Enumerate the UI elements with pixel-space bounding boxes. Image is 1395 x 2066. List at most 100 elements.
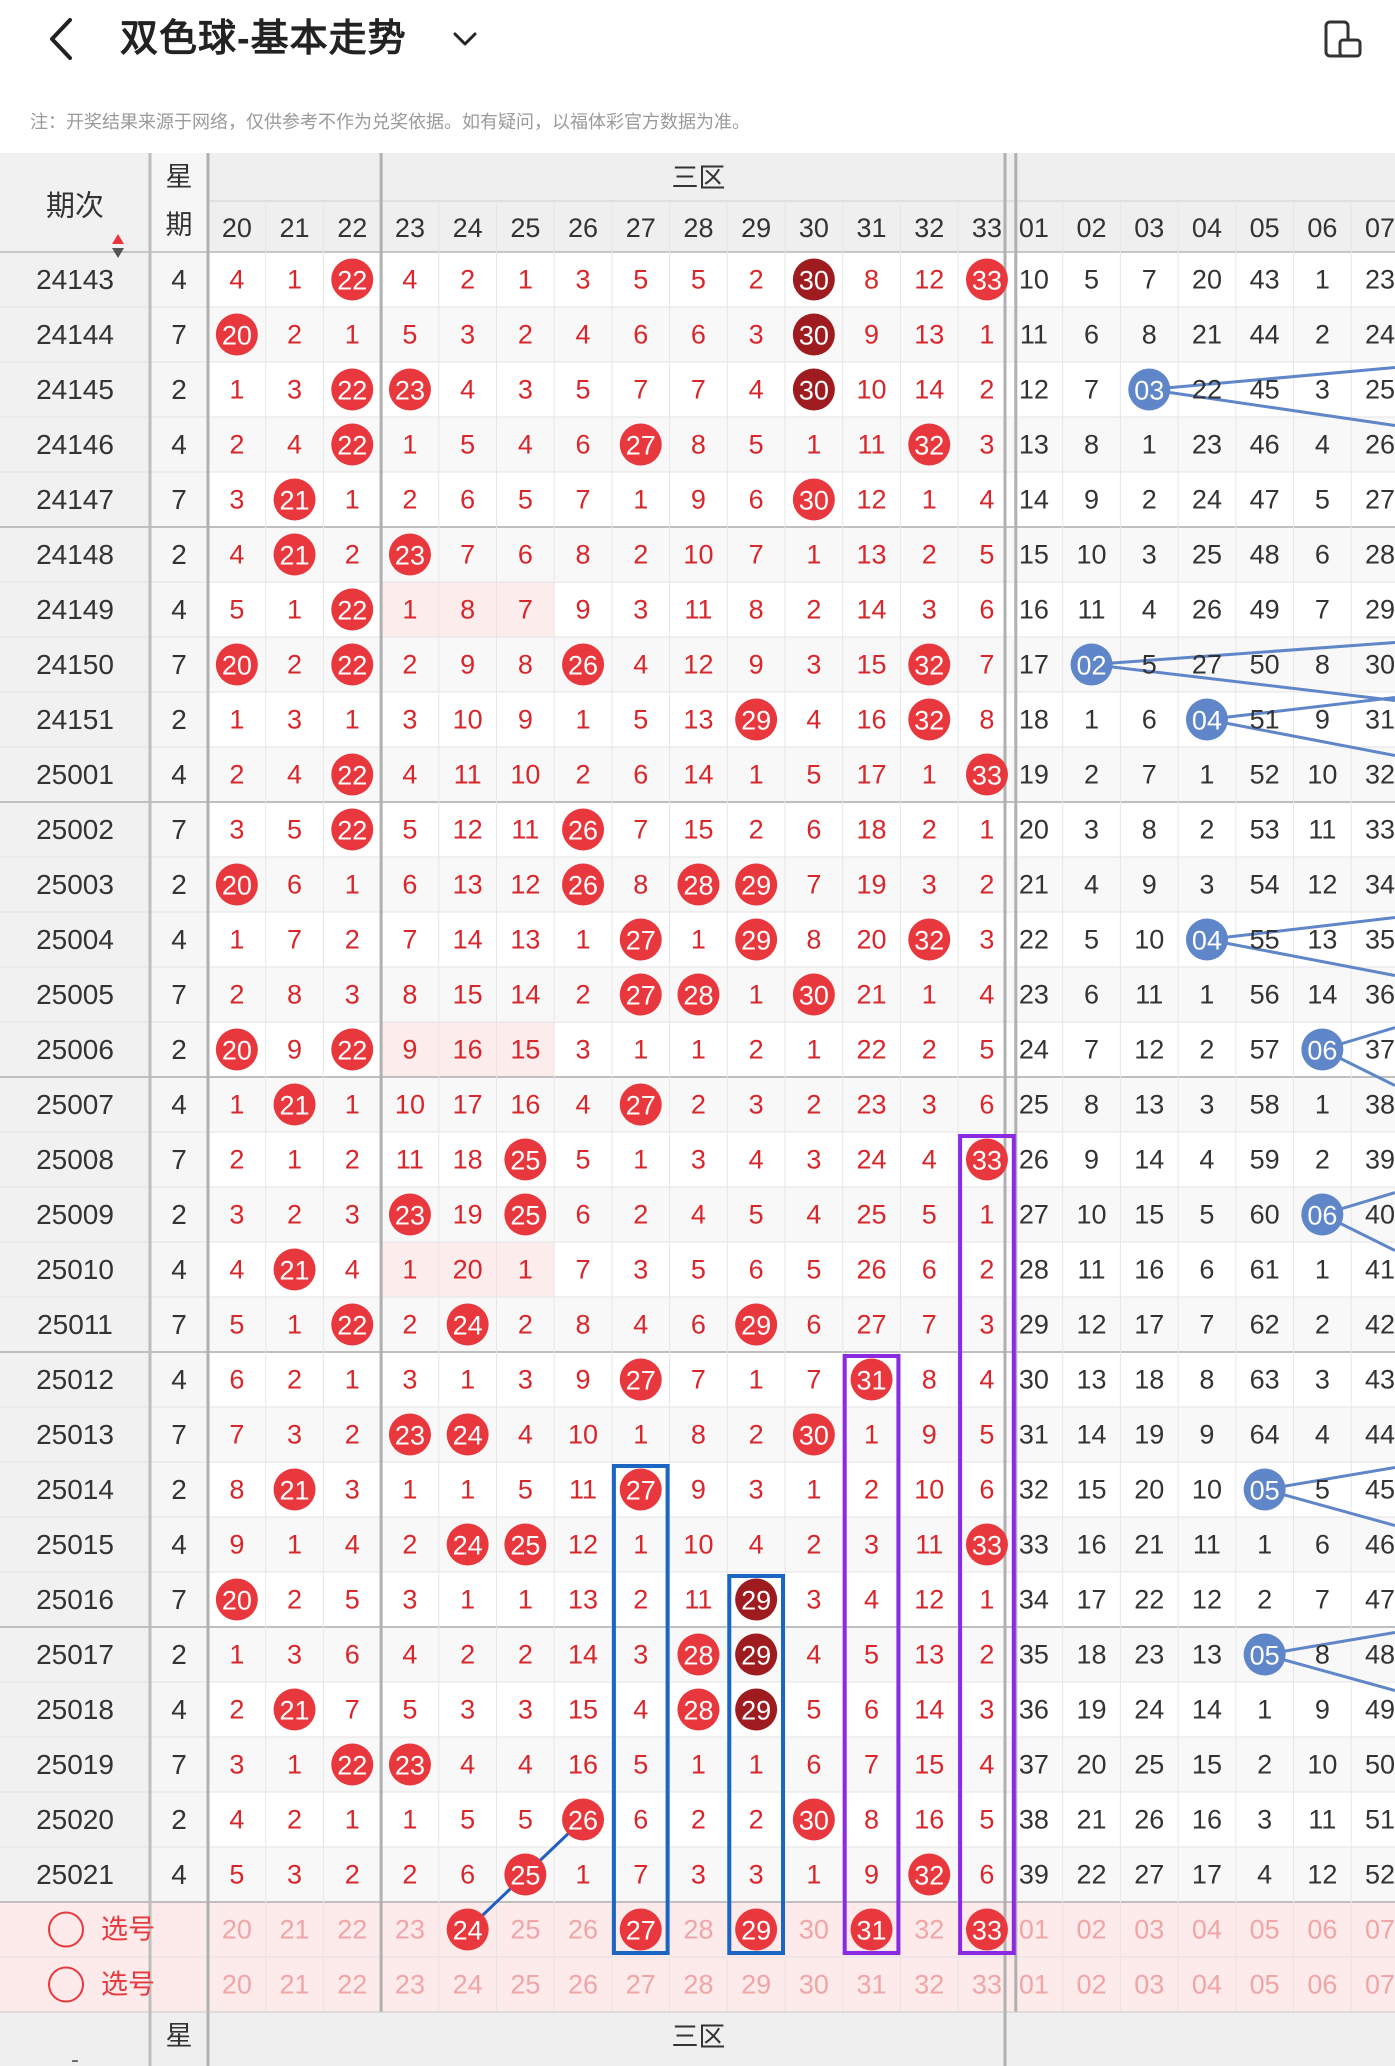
red-miss-count: 7 bbox=[402, 925, 417, 955]
red-miss-count: 2 bbox=[345, 925, 360, 955]
red-ball-number: 22 bbox=[337, 596, 367, 626]
red-miss-count: 1 bbox=[633, 485, 648, 515]
red-ball-number: 26 bbox=[568, 816, 598, 846]
red-miss-count: 15 bbox=[453, 980, 483, 1010]
blue-miss-count: 9 bbox=[1315, 705, 1330, 735]
blue-col-header: 07 bbox=[1365, 213, 1395, 243]
blue-miss-count: 7 bbox=[1084, 1035, 1099, 1065]
red-miss-count: 27 bbox=[857, 1310, 887, 1340]
zone-label-bottom: 三区 bbox=[671, 2022, 725, 2052]
blue-miss-count: 52 bbox=[1250, 760, 1280, 790]
red-miss-count: 4 bbox=[229, 265, 244, 295]
red-miss-count: 1 bbox=[979, 1585, 994, 1615]
red-miss-count: 7 bbox=[576, 485, 591, 515]
trend-table[interactable]: 期次星期三区 20 21 22 23 24 25 26 27 28 29 30 31 32 33 01 02 03… bbox=[0, 153, 1395, 2066]
red-miss-count: 4 bbox=[749, 375, 764, 405]
blue-miss-count: 13 bbox=[1019, 430, 1049, 460]
blue-miss-count: 17 bbox=[1077, 1585, 1107, 1615]
period-cell: 25016 bbox=[36, 1584, 114, 1615]
pick-number: 26 bbox=[568, 1970, 598, 2000]
blue-miss-count: 60 bbox=[1250, 1200, 1280, 1230]
red-col-header: 27 bbox=[626, 213, 656, 243]
red-miss-count: 1 bbox=[922, 760, 937, 790]
period-cell: 25015 bbox=[36, 1529, 114, 1560]
red-miss-count: 3 bbox=[979, 1310, 994, 1340]
red-miss-count: 13 bbox=[914, 320, 944, 350]
week-cell: 2 bbox=[171, 1199, 187, 1230]
red-miss-count: 6 bbox=[749, 1255, 764, 1285]
red-miss-count: 10 bbox=[683, 1530, 713, 1560]
red-ball-number: 27 bbox=[626, 431, 656, 461]
blue-miss-count: 5 bbox=[1315, 485, 1330, 515]
blue-ball-number: 05 bbox=[1250, 1476, 1280, 1506]
blue-miss-count: 53 bbox=[1250, 815, 1280, 845]
blue-miss-count: 20 bbox=[1192, 265, 1222, 295]
red-miss-count: 3 bbox=[806, 1145, 821, 1175]
blue-miss-count: 2 bbox=[1315, 320, 1330, 350]
red-miss-count: 9 bbox=[460, 650, 475, 680]
red-ball-number: 28 bbox=[683, 1696, 713, 1726]
red-miss-count: 14 bbox=[683, 760, 713, 790]
red-miss-count: 6 bbox=[749, 485, 764, 515]
red-miss-count: 8 bbox=[287, 980, 302, 1010]
period-cell: 25020 bbox=[36, 1804, 114, 1835]
red-miss-count: 24 bbox=[857, 1145, 887, 1175]
red-miss-count: 3 bbox=[633, 1640, 648, 1670]
blue-miss-count: 6 bbox=[1084, 320, 1099, 350]
pick-number: 30 bbox=[799, 1970, 829, 2000]
red-miss-count: 15 bbox=[683, 815, 713, 845]
chevron-down-icon[interactable] bbox=[448, 22, 482, 56]
red-miss-count: 10 bbox=[395, 1090, 425, 1120]
red-ball-number: 27 bbox=[626, 1366, 656, 1396]
red-col-header: 25 bbox=[510, 213, 540, 243]
pick-number: 31 bbox=[857, 1970, 887, 2000]
blue-miss-count: 12 bbox=[1019, 375, 1049, 405]
blue-miss-count: 14 bbox=[1307, 980, 1337, 1010]
red-miss-count: 12 bbox=[857, 485, 887, 515]
red-miss-count: 7 bbox=[806, 1365, 821, 1395]
week-cell: 7 bbox=[171, 1309, 187, 1340]
blue-col-header: 04 bbox=[1192, 213, 1222, 243]
red-miss-count: 2 bbox=[287, 1585, 302, 1615]
red-miss-count: 26 bbox=[857, 1255, 887, 1285]
blue-miss-count: 23 bbox=[1134, 1640, 1164, 1670]
red-miss-count: 12 bbox=[914, 1585, 944, 1615]
red-miss-count: 1 bbox=[402, 1255, 417, 1285]
red-miss-count: 14 bbox=[914, 1695, 944, 1725]
red-miss-count: 2 bbox=[460, 265, 475, 295]
back-arrow-icon[interactable] bbox=[40, 14, 84, 64]
week-cell: 4 bbox=[171, 1859, 187, 1890]
week-cell: 2 bbox=[171, 1804, 187, 1835]
blue-miss-count: 48 bbox=[1250, 540, 1280, 570]
selected-ball-number: 31 bbox=[857, 1916, 887, 1946]
blue-miss-count: 11 bbox=[1308, 1805, 1336, 1835]
red-miss-count: 1 bbox=[460, 1365, 475, 1395]
red-miss-count: 4 bbox=[518, 1420, 533, 1450]
red-miss-count: 5 bbox=[633, 1750, 648, 1780]
blue-miss-count: 1 bbox=[1199, 760, 1214, 790]
blue-col-header: 02 bbox=[1077, 213, 1107, 243]
pick-blue-number: 01 bbox=[1019, 1915, 1049, 1945]
blue-miss-count: 7 bbox=[1199, 1310, 1214, 1340]
blue-miss-count: 14 bbox=[1134, 1145, 1164, 1175]
period-cell: 24151 bbox=[36, 704, 114, 735]
blue-col-header: 06 bbox=[1307, 213, 1337, 243]
pick-number: 26 bbox=[568, 1915, 598, 1945]
red-miss-count: 4 bbox=[287, 430, 302, 460]
red-miss-count: 2 bbox=[345, 1145, 360, 1175]
blue-miss-count: 63 bbox=[1250, 1365, 1280, 1395]
blue-ball-number: 06 bbox=[1307, 1201, 1337, 1231]
blue-miss-count: 7 bbox=[1084, 375, 1099, 405]
period-cell: 24150 bbox=[36, 649, 114, 680]
red-miss-count: 16 bbox=[510, 1090, 540, 1120]
red-miss-count: 7 bbox=[633, 1860, 648, 1890]
red-miss-count: 3 bbox=[345, 1200, 360, 1230]
red-ball-number: 28 bbox=[683, 981, 713, 1011]
blue-miss-count: 5 bbox=[1315, 1475, 1330, 1505]
red-miss-count: 7 bbox=[922, 1310, 937, 1340]
red-miss-count: 13 bbox=[568, 1585, 598, 1615]
pick-number: 21 bbox=[280, 1970, 310, 2000]
orientation-icon[interactable] bbox=[1322, 18, 1364, 60]
blue-miss-count: 39 bbox=[1019, 1860, 1049, 1890]
pick-label: 选号 bbox=[101, 1915, 155, 1945]
